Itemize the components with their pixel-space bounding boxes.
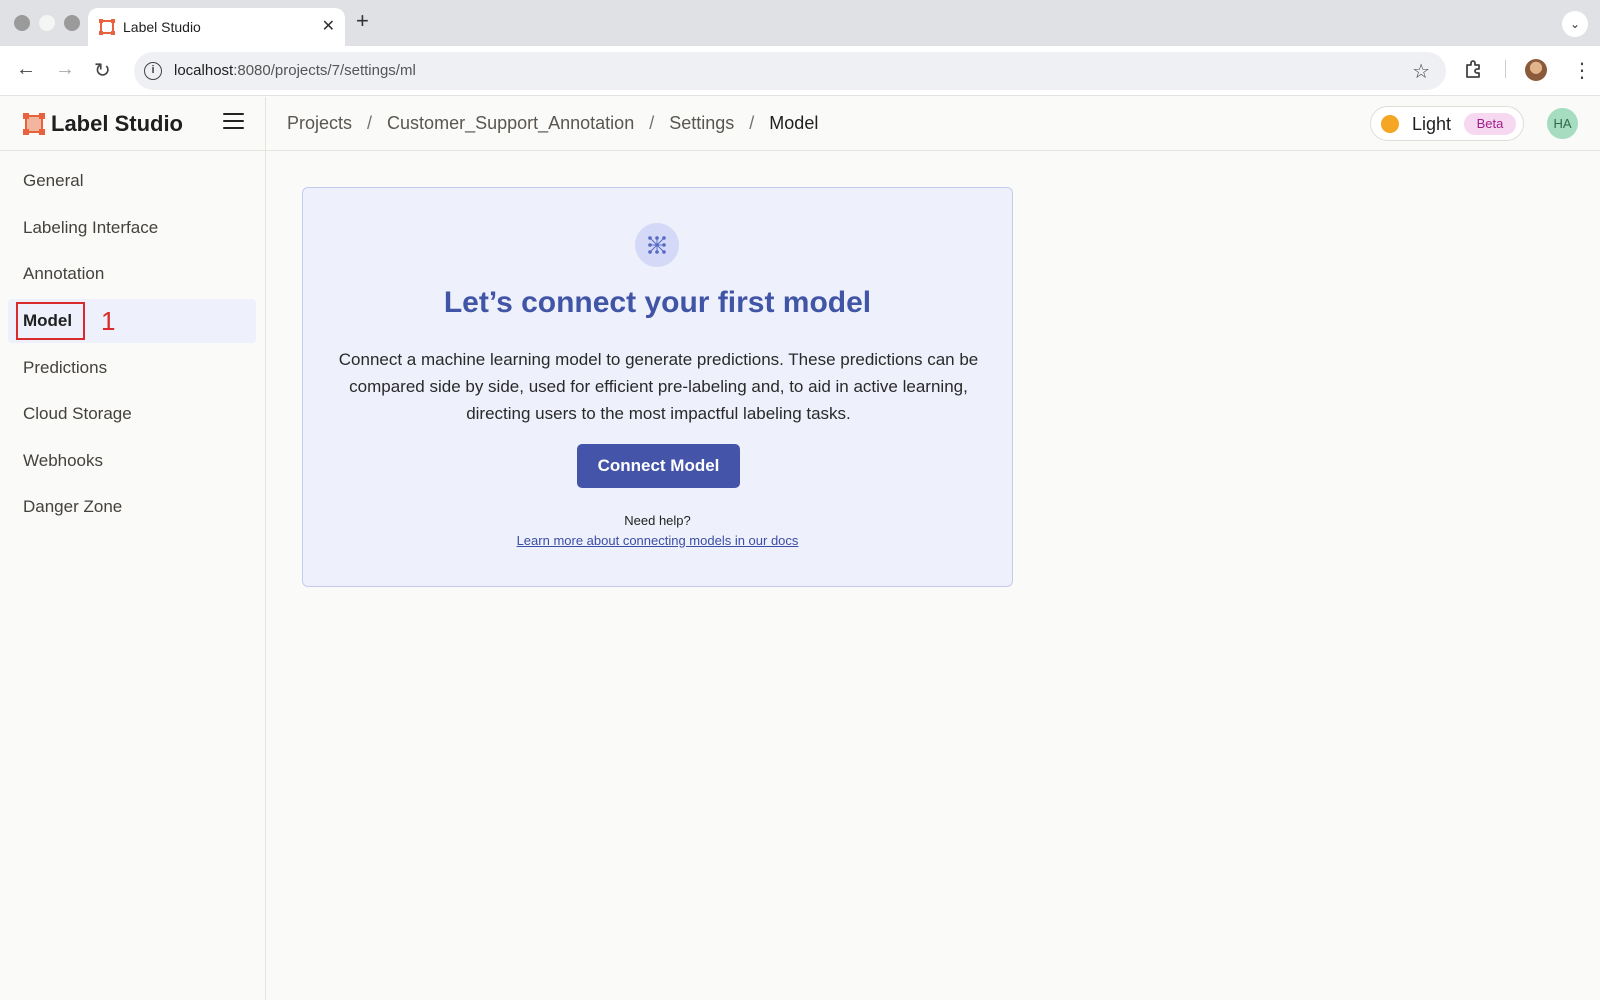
sidebar-item-annotation[interactable]: Annotation xyxy=(8,252,256,296)
address-bar[interactable]: i localhost:8080/projects/7/settings/ml … xyxy=(134,52,1446,90)
app-logo-text[interactable]: Label Studio xyxy=(51,111,183,137)
extensions-puzzle-icon[interactable] xyxy=(1463,58,1485,80)
user-avatar[interactable]: HA xyxy=(1547,108,1578,139)
toolbar-divider xyxy=(1505,60,1506,78)
site-info-icon[interactable]: i xyxy=(144,62,162,80)
breadcrumb-projects[interactable]: Projects xyxy=(287,113,352,134)
label-studio-favicon-icon xyxy=(99,19,115,35)
breadcrumb: Projects / Customer_Support_Annotation /… xyxy=(287,113,818,134)
sidebar-divider xyxy=(265,97,266,1000)
bookmark-star-icon[interactable]: ☆ xyxy=(1412,59,1430,84)
breadcrumb-model: Model xyxy=(769,113,819,133)
tab-search-chevron-icon[interactable]: ⌄ xyxy=(1562,11,1588,37)
card-description: Connect a machine learning model to gene… xyxy=(338,350,979,423)
theme-label: Light xyxy=(1412,114,1452,134)
card-title: Let’s connect your first model xyxy=(443,286,872,319)
connect-model-button[interactable]: Connect Model xyxy=(577,444,740,488)
docs-link[interactable]: Learn more about connecting models in ou… xyxy=(303,533,1012,548)
forward-arrow-icon[interactable]: → xyxy=(55,58,75,81)
browser-menu-dots-icon[interactable]: ⋮ xyxy=(1572,58,1592,83)
url-text[interactable]: localhost:8080/projects/7/settings/ml xyxy=(174,62,416,79)
annotation-highlight-model xyxy=(16,302,85,340)
url-host: localhost xyxy=(174,62,234,79)
browser-profile-avatar[interactable] xyxy=(1525,59,1547,81)
hamburger-menu-icon[interactable] xyxy=(223,113,244,131)
sun-icon xyxy=(1381,115,1399,133)
tab-title: Label Studio xyxy=(123,19,201,35)
sidebar-item-cloud-storage[interactable]: Cloud Storage xyxy=(8,392,256,436)
url-path: :8080/projects/7/settings/ml xyxy=(233,62,416,79)
window-close-button[interactable] xyxy=(14,15,30,31)
sidebar-item-webhooks[interactable]: Webhooks xyxy=(8,439,256,483)
model-network-icon xyxy=(635,223,679,267)
settings-sidebar: General Labeling Interface Annotation Mo… xyxy=(0,152,265,1000)
sidebar-item-general[interactable]: General xyxy=(8,159,256,203)
window-maximize-button[interactable] xyxy=(64,15,80,31)
beta-badge: Beta xyxy=(1464,113,1516,135)
breadcrumb-separator: / xyxy=(649,113,655,133)
breadcrumb-separator: / xyxy=(749,113,755,133)
label-studio-logo-icon[interactable] xyxy=(22,112,46,136)
browser-toolbar: ← → ↻ i localhost:8080/projects/7/settin… xyxy=(0,46,1600,96)
browser-tab[interactable]: Label Studio ✕ xyxy=(88,8,345,46)
app-header: Label Studio Projects / Customer_Support… xyxy=(0,97,1600,151)
reload-icon[interactable]: ↻ xyxy=(94,58,111,83)
sidebar-item-predictions[interactable]: Predictions xyxy=(8,346,256,390)
theme-toggle-button[interactable]: Light Beta xyxy=(1370,106,1524,141)
connect-model-card: Let’s connect your first model Connect a… xyxy=(302,187,1013,587)
sidebar-item-labeling-interface[interactable]: Labeling Interface xyxy=(8,206,256,250)
new-tab-button[interactable]: + xyxy=(356,8,369,34)
breadcrumb-settings[interactable]: Settings xyxy=(669,113,734,134)
breadcrumb-separator: / xyxy=(367,113,373,133)
window-minimize-button[interactable] xyxy=(39,15,55,31)
tab-close-icon[interactable]: ✕ xyxy=(322,16,335,36)
need-help-text: Need help? xyxy=(624,513,691,528)
sidebar-item-danger-zone[interactable]: Danger Zone xyxy=(8,485,256,529)
back-arrow-icon[interactable]: ← xyxy=(16,58,36,81)
breadcrumb-project-name[interactable]: Customer_Support_Annotation xyxy=(387,113,634,134)
annotation-marker-1: 1 xyxy=(101,306,116,336)
browser-tabstrip: Label Studio ✕ + ⌄ xyxy=(0,0,1600,46)
